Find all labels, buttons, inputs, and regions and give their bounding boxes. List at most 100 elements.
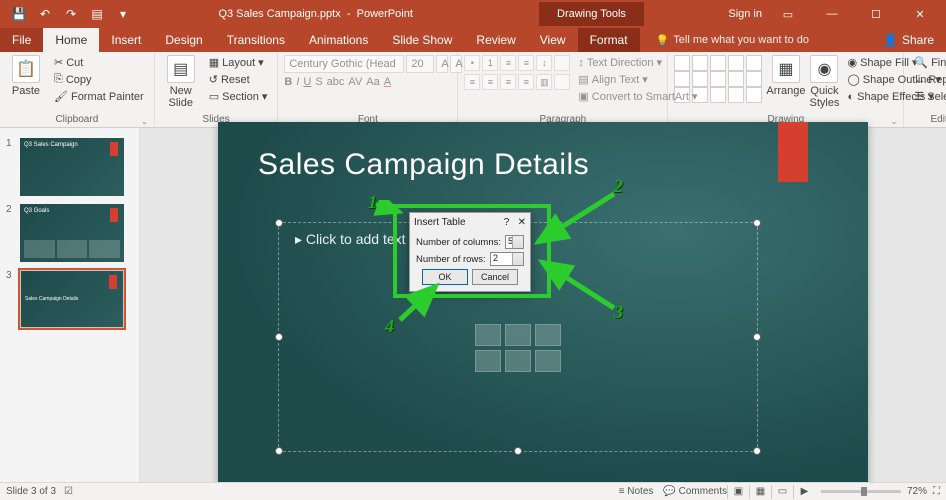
insert-table-icon[interactable]	[475, 324, 501, 346]
find-button[interactable]: 🔍 Find	[910, 55, 946, 70]
case-icon[interactable]: Aa	[366, 76, 379, 88]
quick-styles-button[interactable]: ◉ Quick Styles	[810, 55, 840, 109]
tab-animations[interactable]: Animations	[297, 28, 380, 52]
slide-title[interactable]: Sales Campaign Details	[218, 122, 868, 182]
group-paragraph: •1≡≡↕ ≡≡≡≡▥ ↕ Text Direction ▾ ▤ Align T…	[458, 52, 668, 127]
undo-icon[interactable]: ↶	[34, 3, 56, 25]
font-family-select[interactable]: Century Gothic (Head	[284, 55, 404, 73]
replace-button[interactable]: ↔ Replace ▾	[910, 72, 946, 87]
tab-transitions[interactable]: Transitions	[215, 28, 297, 52]
tell-me-search[interactable]: 💡 Tell me what you want to do	[640, 28, 871, 52]
status-bar: Slide 3 of 3 ☑ ≡ Notes 💬 Comments ▣ ▦ ▭ …	[0, 482, 946, 500]
italic-icon[interactable]: I	[296, 76, 299, 88]
columns-input[interactable]: 5	[505, 235, 524, 249]
align-left-icon[interactable]: ≡	[464, 74, 480, 90]
shadow-icon[interactable]: S	[315, 76, 322, 88]
slide-indicator[interactable]: Slide 3 of 3	[6, 486, 56, 497]
slide-thumbnails-panel[interactable]: 1 Q3 Sales Campaign 2 Q3 Goals 3 Sales C…	[0, 128, 140, 482]
maximize-icon[interactable]: ☐	[858, 0, 894, 28]
slideshow-view-icon[interactable]: ▶	[793, 485, 815, 499]
tab-design[interactable]: Design	[153, 28, 214, 52]
accent-bar	[778, 122, 808, 182]
dialog-help-icon[interactable]: ?	[504, 217, 510, 228]
notes-button[interactable]: ≡ Notes	[619, 486, 654, 497]
format-painter-button[interactable]: 🖌 Format Painter	[50, 89, 148, 104]
numbering-icon[interactable]: 1	[482, 55, 498, 71]
normal-view-icon[interactable]: ▣	[727, 485, 749, 499]
paste-button[interactable]: 📋 Paste	[6, 55, 46, 97]
bold-icon[interactable]: B	[284, 76, 292, 88]
tab-slideshow[interactable]: Slide Show	[380, 28, 464, 52]
sorter-view-icon[interactable]: ▦	[749, 485, 771, 499]
comments-button[interactable]: 💬 Comments	[663, 486, 727, 497]
strikethrough-icon[interactable]: abc	[327, 76, 345, 88]
share-button[interactable]: 👤 Share	[871, 28, 946, 52]
align-center-icon[interactable]: ≡	[482, 74, 498, 90]
insert-chart-icon[interactable]	[505, 324, 531, 346]
quick-access-toolbar: 💾 ↶ ↷ ▤ ▾	[0, 3, 134, 25]
columns-icon[interactable]: ▥	[536, 74, 552, 90]
thumbnail-2[interactable]: 2 Q3 Goals	[0, 200, 139, 266]
align-text-button[interactable]: ▤ Align Text ▾	[574, 72, 701, 87]
ok-button[interactable]: OK	[422, 269, 468, 285]
bullets-icon[interactable]: •	[464, 55, 480, 71]
arrange-button[interactable]: ▦ Arrange	[766, 55, 805, 97]
copy-button[interactable]: ⎘ Copy	[50, 72, 148, 87]
thumbnail-3[interactable]: 3 Sales Campaign Details	[0, 266, 139, 332]
align-right-icon[interactable]: ≡	[500, 74, 516, 90]
decrease-indent-icon[interactable]: ≡	[500, 55, 516, 71]
cancel-button[interactable]: Cancel	[472, 269, 518, 285]
convert-smartart-button[interactable]: ▣ Convert to SmartArt ▾	[574, 89, 701, 104]
redo-icon[interactable]: ↷	[60, 3, 82, 25]
decrease-font-icon[interactable]: A	[450, 55, 462, 73]
zoom-level[interactable]: 72%	[907, 486, 927, 497]
tab-file[interactable]: File	[0, 28, 43, 52]
paste-icon: 📋	[12, 55, 40, 83]
justify-icon[interactable]: ≡	[518, 74, 534, 90]
tab-view[interactable]: View	[528, 28, 578, 52]
ribbon-display-options-icon[interactable]: ▭	[770, 0, 806, 28]
new-slide-button[interactable]: ▤ New Slide	[161, 55, 201, 109]
select-button[interactable]: ☰ Select ▾	[910, 89, 946, 104]
rows-input[interactable]: 2	[490, 252, 524, 266]
minimize-icon[interactable]: —	[814, 0, 850, 28]
insert-picture-icon[interactable]	[475, 350, 501, 372]
section-button[interactable]: ▭ Section ▾	[205, 89, 272, 104]
current-slide: Sales Campaign Details ▸ Click to add te…	[218, 122, 868, 488]
thumbnail-1[interactable]: 1 Q3 Sales Campaign	[0, 134, 139, 200]
group-label: Editing	[910, 113, 946, 127]
insert-online-picture-icon[interactable]	[505, 350, 531, 372]
close-window-icon[interactable]: ✕	[902, 0, 938, 28]
layout-button[interactable]: ▦ Layout ▾	[205, 55, 272, 70]
tab-home[interactable]: Home	[43, 28, 99, 52]
increase-font-icon[interactable]: A	[436, 55, 448, 73]
rows-label: Number of rows:	[416, 254, 486, 265]
insert-video-icon[interactable]	[535, 350, 561, 372]
line-spacing-icon[interactable]: ↕	[536, 55, 552, 71]
text-direction-button[interactable]: ↕ Text Direction ▾	[574, 55, 701, 70]
reset-button[interactable]: ↺ Reset	[205, 72, 272, 87]
cut-button[interactable]: ✂ Cut	[50, 55, 148, 70]
font-size-select[interactable]: 20	[406, 55, 434, 73]
app-name: PowerPoint	[357, 8, 413, 20]
reading-view-icon[interactable]: ▭	[771, 485, 793, 499]
tab-review[interactable]: Review	[464, 28, 527, 52]
spellcheck-icon[interactable]: ☑	[64, 486, 73, 497]
start-from-beginning-icon[interactable]: ▤	[86, 3, 108, 25]
slide-canvas[interactable]: Sales Campaign Details ▸ Click to add te…	[140, 128, 946, 482]
dialog-close-icon[interactable]: ✕	[518, 217, 526, 228]
tab-format[interactable]: Format	[578, 28, 640, 52]
zoom-slider[interactable]	[821, 490, 901, 493]
save-icon[interactable]: 💾	[8, 3, 30, 25]
qat-customize-icon[interactable]: ▾	[112, 3, 134, 25]
spacing-icon[interactable]: AV	[348, 76, 362, 88]
underline-icon[interactable]: U	[303, 76, 311, 88]
increase-indent-icon[interactable]: ≡	[518, 55, 534, 71]
tab-insert[interactable]: Insert	[99, 28, 153, 52]
sign-in-link[interactable]: Sign in	[728, 8, 762, 20]
fit-to-window-icon[interactable]: ⛶	[933, 486, 940, 497]
insert-smartart-icon[interactable]	[535, 324, 561, 346]
font-color-icon[interactable]: A	[384, 76, 391, 88]
group-slides: ▤ New Slide ▦ Layout ▾ ↺ Reset ▭ Section…	[155, 52, 279, 127]
group-clipboard: 📋 Paste ✂ Cut ⎘ Copy 🖌 Format Painter Cl…	[0, 52, 155, 127]
